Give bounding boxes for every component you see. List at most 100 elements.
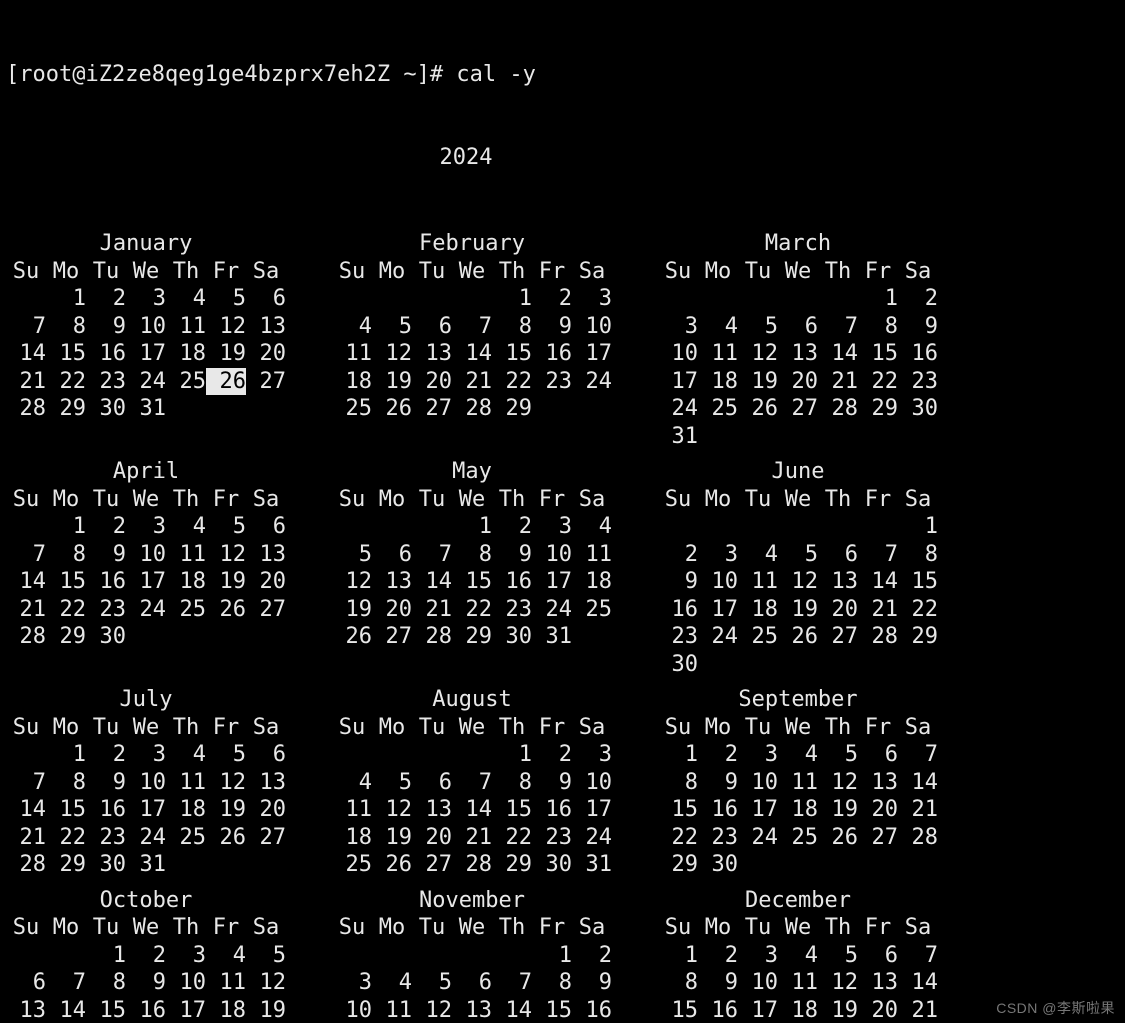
day-cell: 6 bbox=[246, 741, 286, 769]
dow-cell: We bbox=[778, 714, 818, 742]
week-row: 1 2 3 4 bbox=[332, 513, 612, 541]
day-cell bbox=[858, 651, 898, 679]
day-cell: 22 bbox=[46, 368, 86, 396]
day-cell: 2 bbox=[698, 942, 738, 970]
day-cell: 21 bbox=[6, 368, 46, 396]
day-cell: 1 bbox=[46, 285, 86, 313]
day-cell: 11 bbox=[166, 313, 206, 341]
week-row: 1 2 bbox=[658, 285, 938, 313]
week-row: 7 8 910111213 bbox=[6, 769, 286, 797]
dow-cell: We bbox=[778, 486, 818, 514]
day-cell: 17 bbox=[698, 596, 738, 624]
month-september: SeptemberSuMoTuWeThFrSa 1 2 3 4 5 6 7 8 … bbox=[658, 686, 938, 879]
day-cell: 30 bbox=[86, 395, 126, 423]
day-cell: 21 bbox=[898, 997, 938, 1023]
day-cell: 3 bbox=[126, 741, 166, 769]
day-cell bbox=[166, 395, 206, 423]
day-cell: 5 bbox=[778, 541, 818, 569]
day-cell: 18 bbox=[166, 340, 206, 368]
week-row: 31 bbox=[658, 423, 938, 451]
month-april: AprilSuMoTuWeThFrSa 1 2 3 4 5 6 7 8 9101… bbox=[6, 458, 286, 678]
dow-cell: Mo bbox=[698, 914, 738, 942]
day-cell bbox=[126, 623, 166, 651]
dow-cell: Fr bbox=[532, 914, 572, 942]
day-cell-today: 26 bbox=[206, 368, 246, 396]
dow-cell: Fr bbox=[532, 258, 572, 286]
day-cell: 5 bbox=[818, 942, 858, 970]
week-row: 11121314151617 bbox=[332, 340, 612, 368]
day-cell bbox=[572, 623, 612, 651]
dow-cell: Su bbox=[658, 714, 698, 742]
day-cell: 5 bbox=[738, 313, 778, 341]
day-cell: 1 bbox=[532, 942, 572, 970]
day-cell: 4 bbox=[166, 513, 206, 541]
day-cell: 30 bbox=[658, 651, 698, 679]
day-cell: 30 bbox=[492, 623, 532, 651]
day-cell: 1 bbox=[492, 285, 532, 313]
day-cell: 5 bbox=[372, 769, 412, 797]
day-cell: 17 bbox=[126, 796, 166, 824]
day-cell: 22 bbox=[658, 824, 698, 852]
day-cell: 10 bbox=[166, 969, 206, 997]
day-cell: 12 bbox=[206, 769, 246, 797]
week-row: 14151617181920 bbox=[6, 796, 286, 824]
dow-header: SuMoTuWeThFrSa bbox=[6, 486, 286, 514]
day-cell: 13 bbox=[778, 340, 818, 368]
day-cell: 8 bbox=[492, 313, 532, 341]
day-cell: 5 bbox=[206, 513, 246, 541]
week-row: 14151617181920 bbox=[6, 568, 286, 596]
day-cell: 1 bbox=[898, 513, 938, 541]
month-august: AugustSuMoTuWeThFrSa 1 2 3 4 5 6 7 8 910… bbox=[332, 686, 612, 879]
day-cell: 27 bbox=[246, 368, 286, 396]
day-cell: 24 bbox=[572, 368, 612, 396]
day-cell: 16 bbox=[698, 997, 738, 1023]
dow-cell: Mo bbox=[46, 714, 86, 742]
day-cell: 7 bbox=[452, 313, 492, 341]
day-cell: 2 bbox=[572, 942, 612, 970]
day-cell: 12 bbox=[778, 568, 818, 596]
day-cell bbox=[898, 851, 938, 879]
day-cell: 17 bbox=[572, 796, 612, 824]
day-cell: 6 bbox=[246, 285, 286, 313]
day-cell: 20 bbox=[246, 340, 286, 368]
day-cell bbox=[332, 651, 372, 679]
dow-cell: Tu bbox=[86, 486, 126, 514]
day-cell: 5 bbox=[246, 942, 286, 970]
week-row: 16171819202122 bbox=[658, 596, 938, 624]
day-cell: 26 bbox=[372, 395, 412, 423]
day-cell: 9 bbox=[86, 313, 126, 341]
day-cell: 19 bbox=[372, 368, 412, 396]
dow-cell: Th bbox=[492, 714, 532, 742]
day-cell: 5 bbox=[206, 285, 246, 313]
dow-cell: Su bbox=[6, 914, 46, 942]
day-cell bbox=[492, 942, 532, 970]
day-cell: 5 bbox=[372, 313, 412, 341]
day-cell: 28 bbox=[412, 623, 452, 651]
day-cell: 23 bbox=[492, 596, 532, 624]
day-cell: 9 bbox=[658, 568, 698, 596]
day-cell: 11 bbox=[572, 541, 612, 569]
day-cell: 8 bbox=[46, 769, 86, 797]
day-cell: 7 bbox=[452, 769, 492, 797]
month-march: MarchSuMoTuWeThFrSa 1 2 3 4 5 6 7 8 9101… bbox=[658, 230, 938, 450]
week-row: 1 2 3 4 5 6 bbox=[6, 285, 286, 313]
week-row: 1 2 bbox=[332, 942, 612, 970]
day-cell: 31 bbox=[126, 851, 166, 879]
day-cell: 23 bbox=[898, 368, 938, 396]
day-cell: 19 bbox=[206, 340, 246, 368]
day-cell: 9 bbox=[572, 969, 612, 997]
dow-cell: Tu bbox=[738, 486, 778, 514]
day-cell: 6 bbox=[412, 313, 452, 341]
week-row: 18192021222324 bbox=[332, 824, 612, 852]
dow-cell: Fr bbox=[858, 486, 898, 514]
dow-cell: Fr bbox=[532, 486, 572, 514]
day-cell: 18 bbox=[206, 997, 246, 1023]
day-cell: 25 bbox=[166, 596, 206, 624]
day-cell: 6 bbox=[778, 313, 818, 341]
month-may: MaySuMoTuWeThFrSa 1 2 3 4 5 6 7 8 910111… bbox=[332, 458, 612, 678]
dow-cell: Su bbox=[658, 914, 698, 942]
week-row bbox=[332, 423, 612, 451]
dow-cell: Fr bbox=[858, 714, 898, 742]
day-cell: 16 bbox=[532, 340, 572, 368]
day-cell bbox=[332, 513, 372, 541]
